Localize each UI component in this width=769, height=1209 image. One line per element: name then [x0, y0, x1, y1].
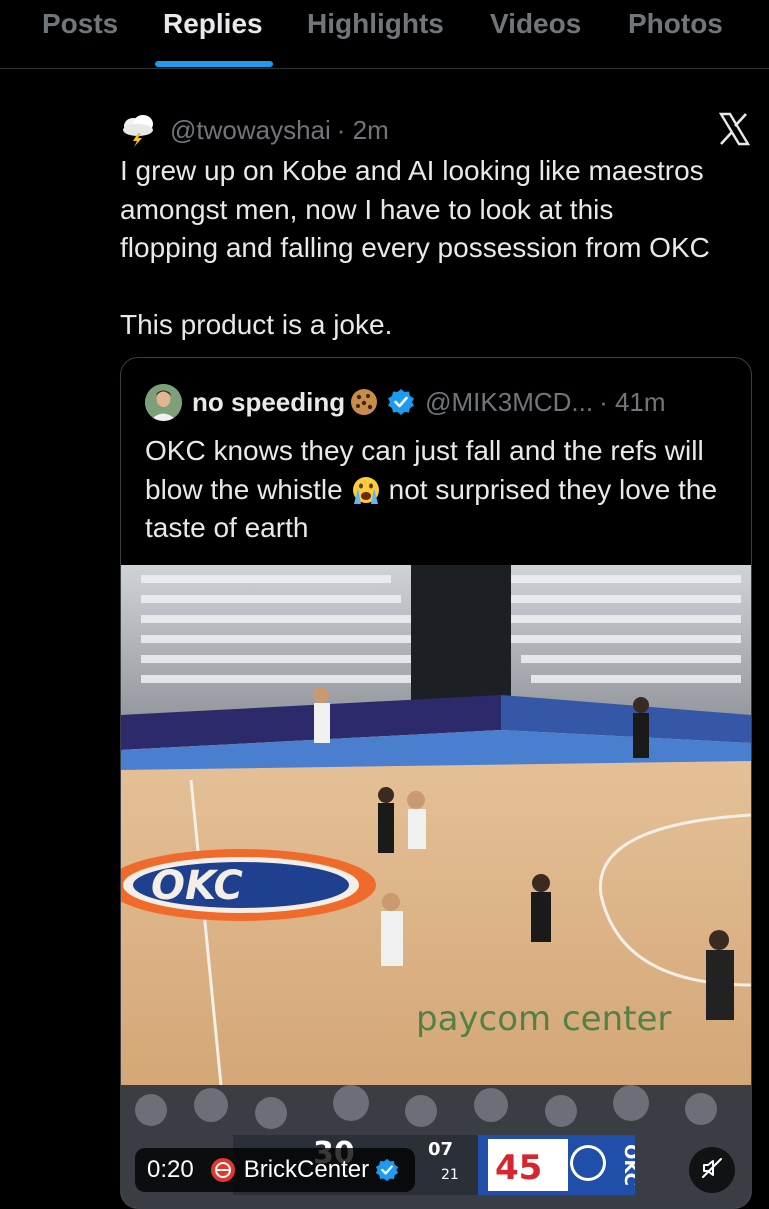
video-info-overlay: 0:20 BrickCenter — [135, 1148, 416, 1192]
quote-header: no speeding @MIK3MCD... · 41m — [145, 382, 666, 422]
cookie-emoji-icon — [349, 387, 379, 417]
tweet-text-line: I grew up on Kobe and AI looking like ma… — [120, 155, 704, 186]
video-player[interactable]: OKC paycom center 07 21 45 OKC 0:20 Bric… — [121, 565, 751, 1208]
tweet-time[interactable]: · 2m — [337, 115, 389, 146]
tweet-text: I grew up on Kobe and AI looking like ma… — [120, 152, 760, 344]
avatar[interactable] — [145, 383, 182, 421]
basketball-video-frame: OKC paycom center — [121, 565, 751, 1208]
shot-clock: 21 — [441, 1167, 459, 1183]
x-logo-icon — [718, 112, 751, 146]
verified-badge-icon — [375, 1158, 399, 1182]
tab-posts[interactable]: Posts — [42, 8, 118, 40]
tab-replies[interactable]: Replies — [163, 8, 263, 40]
quote-text: OKC knows they can just fall and the ref… — [145, 432, 735, 548]
tab-photos[interactable]: Photos — [628, 8, 723, 40]
active-tab-indicator — [155, 61, 273, 67]
quote-author-name[interactable]: no speeding — [192, 387, 345, 418]
video-duration: 0:20 — [147, 1156, 194, 1183]
tweet-text-line: flopping and falling every possession fr… — [120, 232, 710, 263]
channel-logo-icon — [210, 1157, 236, 1183]
channel-name[interactable]: BrickCenter — [244, 1156, 369, 1184]
tab-videos[interactable]: Videos — [490, 8, 581, 40]
tweet-text-line: amongst men, now I have to look at this — [120, 193, 614, 225]
tweet-handle[interactable]: @twowayshai — [170, 115, 331, 146]
tweet-text-line: This product is a joke. — [120, 308, 393, 340]
verified-badge-icon — [387, 388, 415, 416]
storm-cloud-icon — [120, 113, 156, 147]
muted-speaker-icon — [700, 1156, 724, 1185]
quote-handle[interactable]: @MIK3MCD... — [425, 387, 593, 418]
home-team-label: OKC — [620, 1144, 635, 1186]
quoted-tweet[interactable]: no speeding @MIK3MCD... · 41m OKC knows … — [120, 357, 752, 1209]
crying-face-emoji-icon — [349, 475, 383, 505]
court-sponsor-text: paycom center — [416, 999, 671, 1039]
profile-tabs: Posts Replies Highlights Videos Photos — [0, 0, 769, 69]
tab-highlights[interactable]: Highlights — [307, 8, 444, 40]
tweet-header: @twowayshai · 2m — [120, 112, 389, 148]
home-score: 45 — [495, 1148, 542, 1188]
mute-button[interactable] — [689, 1147, 735, 1193]
court-logo-text: OKC — [151, 863, 243, 909]
quote-time[interactable]: · 41m — [599, 387, 665, 418]
game-clock: 07 — [428, 1139, 453, 1160]
